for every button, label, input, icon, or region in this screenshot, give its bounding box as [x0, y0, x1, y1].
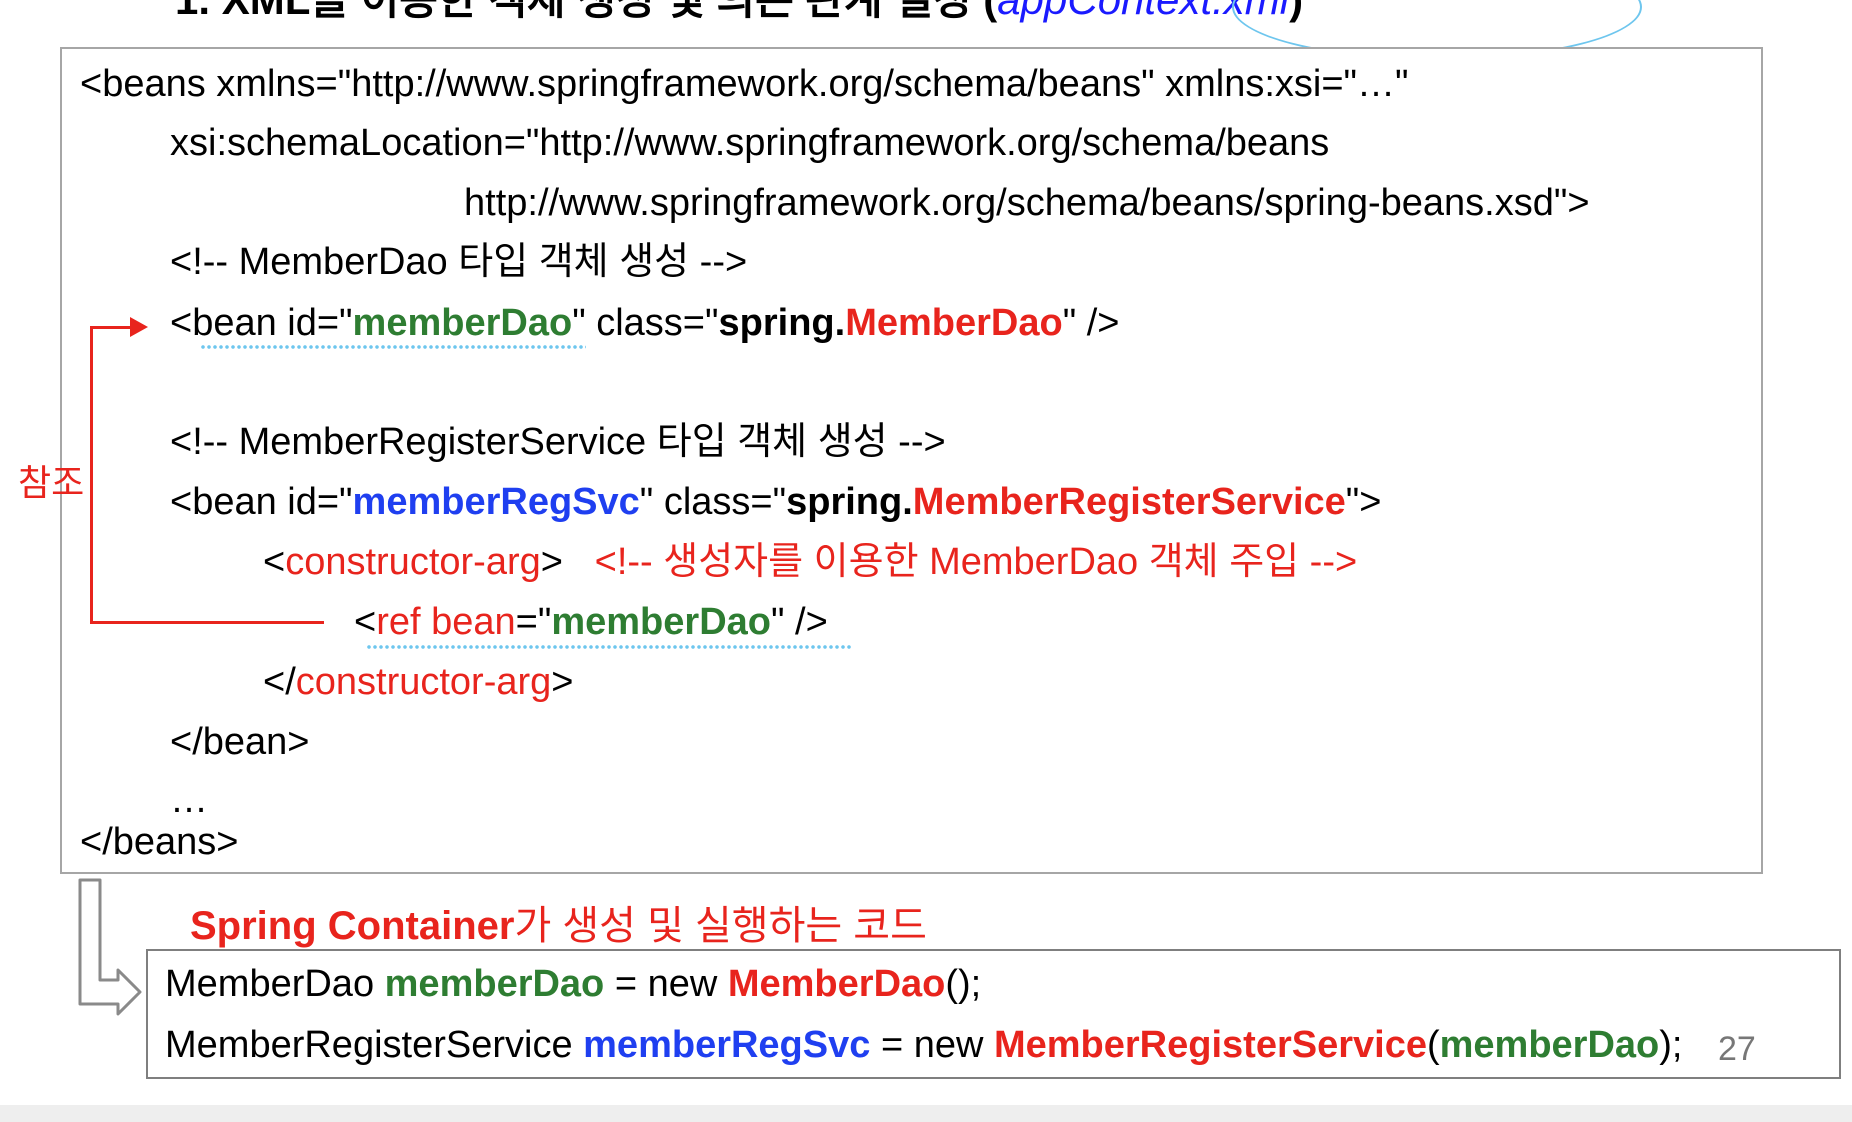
var-memberdao: memberDao: [384, 963, 605, 1005]
code-text: <bean id=": [170, 302, 353, 344]
reference-bracket-top: [90, 326, 134, 329]
package-name: spring.: [718, 302, 846, 344]
code-text: " />: [1062, 302, 1120, 344]
code-text: >: [540, 541, 563, 583]
code-text: = new: [604, 963, 728, 1005]
code-text: =": [515, 601, 552, 643]
squiggle-underline-ref-bean: [366, 644, 852, 650]
reference-arrow-icon: [130, 317, 148, 337]
bean-id-memberregsvc: memberRegSvc: [352, 481, 640, 523]
arg-memberdao: memberDao: [1439, 1024, 1660, 1066]
xml-comment-member-register-service: <!-- MemberRegisterService 타입 객체 생성 -->: [170, 421, 946, 463]
code-text: " class=": [639, 481, 787, 523]
xml-constructor-arg-close: </constructor-arg>: [263, 660, 574, 704]
reference-label: 참조: [18, 462, 85, 503]
java-line-member-register-service: MemberRegisterService memberRegSvc = new…: [165, 1023, 1682, 1067]
code-text: <bean id=": [170, 481, 353, 523]
class-name-memberdao: MemberDao: [845, 302, 1063, 344]
code-text: ">: [1345, 481, 1382, 523]
code-text: </: [263, 661, 296, 703]
tag-constructor-arg: constructor-arg: [285, 541, 541, 583]
container-caption: Spring Container가 생성 및 실행하는 코드: [190, 893, 927, 951]
xml-ellipsis: …: [170, 779, 208, 821]
xml-line-schema-location: xsi:schemaLocation="http://www.springfra…: [170, 122, 1330, 164]
tag-ref-bean: ref bean: [376, 601, 516, 643]
xml-bean-member-reg-svc: <bean id="memberRegSvc" class="spring.Me…: [170, 480, 1381, 524]
xml-comment-memberdao: <!-- MemberDao 타입 객체 생성 -->: [170, 241, 748, 283]
code-text: " />: [770, 601, 828, 643]
code-text: MemberDao: [165, 963, 385, 1005]
comment-constructor-injection: <!-- 생성자를 이용한 MemberDao 객체 주입 -->: [594, 541, 1358, 583]
class-name-member-register-service: MemberRegisterService: [912, 481, 1346, 523]
xml-ref-bean: <ref bean="memberDao" />: [354, 600, 828, 644]
code-text: " class=": [572, 302, 719, 344]
ref-memberdao: memberDao: [551, 601, 771, 643]
code-text: <: [263, 541, 286, 583]
code-text: MemberRegisterService: [165, 1024, 584, 1066]
code-text: <: [354, 601, 377, 643]
xml-bean-close: </bean>: [170, 721, 310, 763]
xml-line-beans-open: <beans xmlns="http://www.springframework…: [80, 63, 1409, 105]
reference-bracket-bottom: [90, 621, 324, 624]
class-memberdao: MemberDao: [727, 963, 946, 1005]
title-prefix: 1. XML을 이용한 객체 생성 및 의존 관계 설정 (: [175, 0, 997, 23]
reference-bracket-vertical: [90, 327, 93, 624]
package-name: spring.: [786, 481, 913, 523]
code-text: >: [551, 661, 574, 703]
page-number: 27: [1718, 1030, 1756, 1068]
code-text: ();: [945, 963, 982, 1005]
bottom-strip: [0, 1105, 1852, 1122]
xml-beans-close: </beans>: [80, 821, 239, 863]
flow-down-right-arrow-icon: [78, 878, 142, 1016]
caption-bold: Spring Container: [190, 904, 515, 948]
slide-title: 1. XML을 이용한 객체 생성 및 의존 관계 설정 (appContext…: [175, 0, 1303, 27]
xml-constructor-arg-open: <constructor-arg> <!-- 생성자를 이용한 MemberDa…: [263, 540, 1357, 584]
class-member-register-service: MemberRegisterService: [993, 1024, 1427, 1066]
code-text: = new: [870, 1024, 994, 1066]
code-text: (: [1426, 1024, 1440, 1066]
caption-rest: 가 생성 및 실행하는 코드: [514, 904, 927, 948]
xml-line-schema-xsd: http://www.springframework.org/schema/be…: [464, 182, 1590, 224]
xml-bean-memberdao: <bean id="memberDao" class="spring.Membe…: [170, 301, 1119, 345]
tag-constructor-arg: constructor-arg: [295, 661, 552, 703]
var-memberregsvc: memberRegSvc: [583, 1024, 871, 1066]
bean-id-memberdao: memberDao: [352, 302, 573, 344]
java-line-memberdao: MemberDao memberDao = new MemberDao();: [165, 962, 981, 1006]
squiggle-underline-bean-id: [200, 344, 586, 350]
code-text: );: [1659, 1024, 1683, 1066]
